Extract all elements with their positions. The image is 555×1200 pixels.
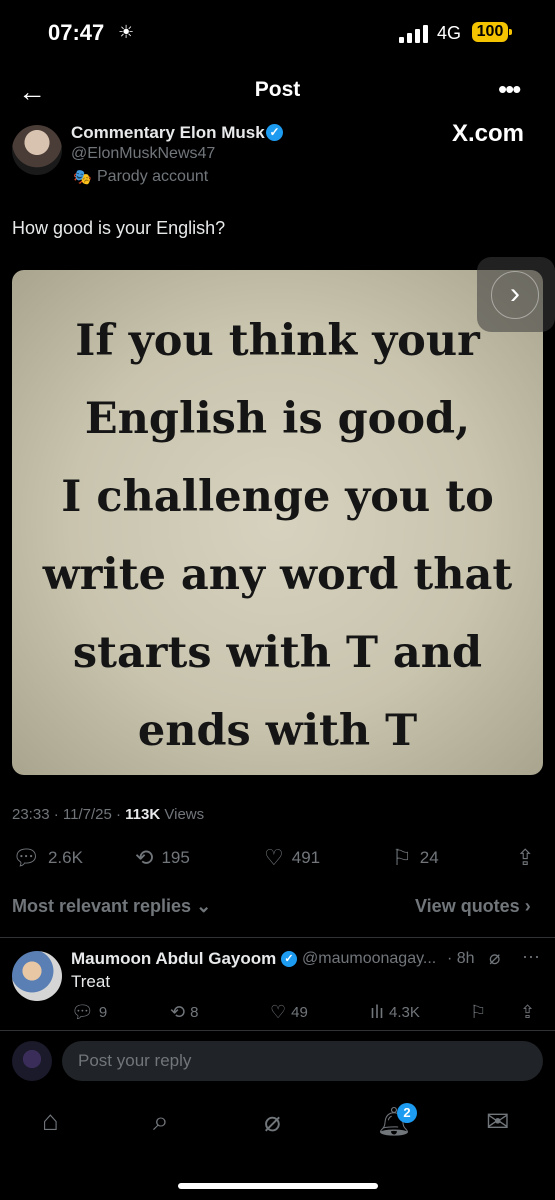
post-date: 11/7/25: [62, 806, 112, 823]
chevron-right-icon: ›: [491, 271, 539, 319]
grok-icon[interactable]: ⌀: [264, 1105, 281, 1138]
reply-button[interactable]: 💬︎ 2.6K: [12, 845, 83, 871]
reply-author-handle[interactable]: @maumoonagay...: [302, 950, 436, 968]
home-icon[interactable]: ⌂: [42, 1105, 59, 1137]
reply-bookmark-button[interactable]: ⚐: [470, 1002, 486, 1023]
author-avatar[interactable]: [12, 125, 62, 175]
heart-icon: ♡: [270, 1002, 287, 1022]
sunrise-icon: ☀: [118, 22, 135, 42]
bookmark-icon: ⚐: [392, 845, 412, 870]
reply-time: · 8h: [447, 950, 475, 967]
post-text: How good is your English?: [12, 218, 226, 238]
reply-share-button[interactable]: ⇪: [520, 1002, 535, 1023]
reply-count: 2.6K: [47, 848, 83, 867]
reply-views-button[interactable]: ılı 4.3K: [370, 1002, 420, 1023]
battery-indicator: 100: [472, 22, 512, 42]
chevron-down-icon: ⌄: [196, 896, 212, 916]
repost-icon: ⟲: [170, 1002, 186, 1022]
author-handle[interactable]: @ElonMuskNews47: [71, 145, 215, 163]
view-quotes-link[interactable]: View quotes ›: [415, 896, 531, 917]
image-text-line: ends with T: [137, 706, 418, 756]
repost-count: 195: [161, 848, 190, 867]
more-options-icon[interactable]: •••: [498, 74, 521, 105]
post-time: 23:33: [12, 806, 50, 823]
image-text-line: English is good,: [84, 394, 471, 444]
reply-input[interactable]: [62, 1041, 543, 1081]
replies-sort-dropdown[interactable]: Most relevant replies ⌄: [12, 896, 211, 917]
notifications-badge: 2: [397, 1103, 417, 1123]
verified-badge-icon: ✓: [266, 124, 283, 141]
reply-reply-count: 9: [98, 1004, 108, 1021]
grok-icon[interactable]: ⌀: [489, 947, 500, 970]
user-avatar[interactable]: [12, 1041, 52, 1081]
image-text-line: starts with T and: [72, 628, 483, 678]
signal-icon: [399, 25, 429, 43]
repost-icon: ⟲: [135, 845, 154, 870]
reply-views-count: 4.3K: [389, 1004, 420, 1021]
parody-mask-icon: 🎭: [73, 169, 92, 186]
network-type: 4G: [437, 23, 462, 43]
divider: [0, 937, 555, 938]
sort-label: Most relevant replies: [12, 896, 192, 916]
reply-reply-button[interactable]: 💬︎ 9: [71, 1002, 107, 1023]
reply-author-avatar[interactable]: [12, 951, 62, 1001]
reply-author-name[interactable]: Maumoon Abdul Gayoom: [71, 949, 276, 969]
reply-icon: 💬︎: [12, 845, 40, 870]
reply-more-icon[interactable]: ···: [522, 946, 540, 967]
repost-button[interactable]: ⟲ 195: [135, 845, 190, 871]
views-label: Views: [164, 806, 205, 823]
image-text-line: If you think your: [75, 316, 480, 366]
reply-like-count: 49: [291, 1004, 308, 1021]
like-count: 491: [291, 848, 321, 867]
author-name[interactable]: Commentary Elon Musk: [71, 123, 265, 143]
bookmark-icon: ⚐: [470, 1002, 487, 1022]
reply-like-button[interactable]: ♡ 49: [270, 1002, 308, 1023]
source-logo: X.com: [452, 120, 525, 147]
reply-repost-count: 8: [190, 1004, 199, 1021]
messages-envelope-icon[interactable]: ✉: [486, 1105, 509, 1138]
views-icon: ılı: [370, 1002, 385, 1022]
share-icon: ⇪: [520, 1002, 536, 1022]
reply-icon: 💬︎: [71, 1002, 94, 1022]
next-media-button[interactable]: ›: [477, 257, 555, 332]
image-text-line: I challenge you to: [61, 472, 494, 522]
heart-icon: ♡: [264, 845, 284, 870]
reply-repost-button[interactable]: ⟲ 8: [170, 1002, 198, 1023]
quotes-label: View quotes: [415, 896, 520, 916]
image-text-line: write any word that: [42, 550, 513, 600]
views-count: 113K: [125, 806, 161, 823]
like-button[interactable]: ♡ 491: [264, 845, 320, 871]
bookmark-button[interactable]: ⚐ 24: [392, 845, 439, 871]
image-text: If you think your English is good, I cha…: [12, 302, 543, 770]
parody-label: Parody account: [97, 168, 209, 185]
home-indicator: [178, 1183, 378, 1189]
chevron-right-icon: ›: [524, 896, 531, 916]
search-icon[interactable]: ⌕: [153, 1105, 169, 1138]
post-image[interactable]: If you think your English is good, I cha…: [12, 270, 543, 775]
status-time: 07:47: [48, 20, 105, 45]
post-meta: 23:33 · 11/7/25 · 113K Views: [12, 806, 205, 823]
share-icon: ⇪: [516, 845, 535, 870]
verified-badge-icon: ✓: [281, 951, 297, 967]
page-title: Post: [254, 78, 301, 101]
reply-text: Treat: [71, 972, 111, 991]
reply-time-value: 8h: [456, 950, 475, 967]
share-button[interactable]: ⇪: [516, 845, 534, 871]
bookmark-count: 24: [419, 848, 439, 867]
